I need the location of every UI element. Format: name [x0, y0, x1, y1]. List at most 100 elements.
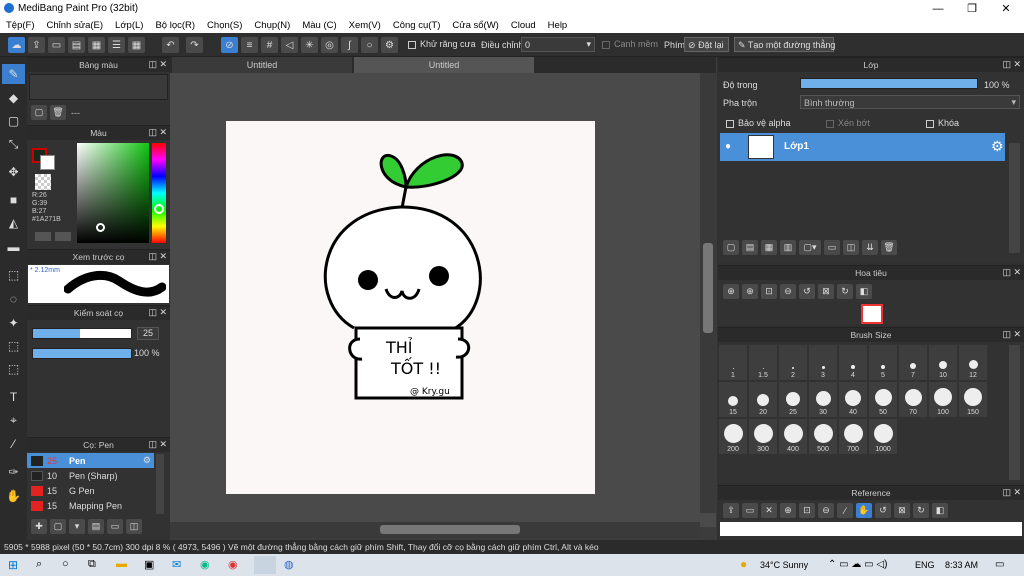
new-palette-icon[interactable]: ▢	[31, 105, 47, 120]
brush-size-cell[interactable]: 40	[839, 382, 867, 417]
picker-cursor[interactable]	[96, 223, 105, 232]
print-icon[interactable]: ▤	[68, 37, 85, 53]
brush-menu-icon[interactable]: ▾	[69, 519, 85, 534]
ref-folder-icon[interactable]: ▭	[742, 503, 758, 518]
gear-icon[interactable]: ⚙	[991, 138, 1004, 155]
ref-zoom-out-icon[interactable]: ⊖	[818, 503, 834, 518]
layer-scrollbar[interactable]	[1009, 143, 1020, 253]
tab-untitled-2[interactable]: Untitled	[354, 57, 534, 73]
lock-checkbox[interactable]	[926, 119, 934, 128]
store-icon[interactable]: ▣	[144, 558, 154, 571]
ref-reset-icon[interactable]: ⊠	[894, 503, 910, 518]
fill-rect-tool-icon[interactable]: ■	[2, 190, 25, 210]
lasso-tool-icon[interactable]: ◌	[2, 289, 25, 309]
brush-item-g-pen[interactable]: 15 G Pen	[27, 483, 154, 498]
straight-line-button[interactable]: ✎ Tạo một đường thẳng	[734, 37, 835, 52]
undo-icon[interactable]: ↶	[162, 37, 179, 53]
brush-size-cell[interactable]: 12	[959, 345, 987, 380]
medibang-taskbar-icon[interactable]	[254, 556, 276, 574]
canvas-paper[interactable]: THỈ TỐT !! @ Kry.gu	[226, 121, 595, 494]
panel-close-icon[interactable]: ◫ ✕	[148, 127, 167, 138]
delete-layer-icon[interactable]: 🗑	[881, 240, 897, 255]
messenger-icon[interactable]: ◍	[284, 558, 294, 571]
ref-hand-icon[interactable]: ✋	[856, 503, 872, 518]
rotate-right-icon[interactable]: ↻	[837, 284, 853, 299]
reference-area[interactable]	[720, 522, 1022, 536]
bucket-tool-icon[interactable]: ◭	[2, 213, 25, 233]
panel-close-icon[interactable]: ◫ ✕	[148, 251, 167, 262]
brush-size-cell[interactable]: 30	[809, 382, 837, 417]
layer-row-lop1[interactable]: ● Lớp1 ⚙	[720, 133, 1005, 161]
panel-close-icon[interactable]: ◫ ✕	[148, 59, 167, 70]
brush-size-cell[interactable]: 1	[719, 345, 747, 380]
page-icon[interactable]: ▦	[88, 37, 105, 53]
circle-snap-icon[interactable]: ◎	[321, 37, 338, 53]
brush-new-icon[interactable]: ▢	[50, 519, 66, 534]
share-icon[interactable]: ⇪	[28, 37, 45, 53]
brush-size-cell[interactable]: 50	[869, 382, 897, 417]
panel-close-icon[interactable]: ◫ ✕	[1002, 59, 1021, 70]
blend-mode-select[interactable]: Bình thường ▾	[800, 95, 1020, 109]
text-tool-icon[interactable]: T	[2, 387, 25, 407]
menu-color[interactable]: Màu (C)	[296, 20, 342, 31]
folder-icon[interactable]: ▭	[824, 240, 840, 255]
brush-size-cell[interactable]: 3	[809, 345, 837, 380]
brush-item-pen[interactable]: 25 Pen ⚙	[27, 453, 154, 468]
file-explorer-icon[interactable]: ▬	[116, 558, 127, 570]
minimize-button[interactable]: —	[921, 0, 955, 17]
navigator-preview[interactable]	[861, 304, 883, 324]
brush-add-icon[interactable]: ✚	[31, 519, 47, 534]
panel-close-icon[interactable]: ◫ ✕	[1002, 329, 1021, 340]
zoom-out-icon[interactable]: ⊖	[780, 284, 796, 299]
new-halftone-layer-icon[interactable]: ▤	[742, 240, 758, 255]
edge-icon[interactable]: ◉	[200, 558, 210, 571]
panel-close-icon[interactable]: ◫ ✕	[148, 307, 167, 318]
brush-size-cell[interactable]: 150	[959, 382, 987, 417]
new-1bit-layer-icon[interactable]: ▥	[780, 240, 796, 255]
curve-snap-icon[interactable]: ∫	[341, 37, 358, 53]
brush-size-cell[interactable]: 5	[869, 345, 897, 380]
brush-size-slider[interactable]	[32, 328, 132, 339]
brush-size-cell[interactable]: 2	[779, 345, 807, 380]
brush-size-value[interactable]: 25	[137, 327, 159, 340]
menu-file[interactable]: Tệp(F)	[0, 20, 41, 31]
cortana-icon[interactable]: ○	[62, 558, 69, 570]
layer-opacity-slider[interactable]	[800, 78, 978, 89]
transparent-swatch[interactable]	[35, 174, 51, 190]
pen-tool-icon[interactable]: ✑	[2, 462, 25, 482]
select-pen-tool-icon[interactable]: ⬚	[2, 336, 25, 356]
menu-tools[interactable]: Công cụ(T)	[387, 20, 447, 31]
ref-rotate-left-icon[interactable]: ↺	[875, 503, 891, 518]
clock[interactable]: 8:33 AM	[945, 560, 978, 570]
tab-untitled-1[interactable]: Untitled	[172, 57, 352, 73]
layer-menu-icon[interactable]: ▢▾	[799, 240, 821, 255]
brush-size-cell[interactable]: 4	[839, 345, 867, 380]
hue-cursor[interactable]	[154, 204, 164, 214]
brush-size-cell[interactable]: 15	[719, 382, 747, 417]
color-swap-icon[interactable]	[55, 232, 71, 241]
settings-icon[interactable]: ⚙	[381, 37, 398, 53]
brush-tool-icon[interactable]: ✎	[2, 64, 25, 84]
hand-tool-icon[interactable]: ✋	[2, 486, 25, 506]
ref-flip-icon[interactable]: ◧	[932, 503, 948, 518]
brush-item-mapping-pen[interactable]: 15 Mapping Pen	[27, 498, 154, 513]
merge-layer-icon[interactable]: ⇊	[862, 240, 878, 255]
line-tool-icon[interactable]: ⤡	[2, 134, 25, 154]
radial-snap-icon[interactable]: ✳	[301, 37, 318, 53]
saturation-picker[interactable]	[77, 143, 149, 243]
gradient-tool-icon[interactable]: ▬	[2, 237, 25, 257]
fit-window-icon[interactable]: ⊡	[761, 284, 777, 299]
brush-folder-icon[interactable]: ▭	[107, 519, 123, 534]
ref-rotate-right-icon[interactable]: ↻	[913, 503, 929, 518]
panel-close-icon[interactable]: ◫ ✕	[1002, 487, 1021, 498]
brush-size-cell[interactable]: 25	[779, 382, 807, 417]
eye-icon[interactable]: ●	[725, 141, 731, 152]
panel-close-icon[interactable]: ◫ ✕	[1002, 267, 1021, 278]
menu-cloud[interactable]: Cloud	[505, 20, 542, 31]
comment-icon[interactable]: ▭	[48, 37, 65, 53]
menu-help[interactable]: Help	[542, 20, 574, 31]
duplicate-layer-icon[interactable]: ◫	[843, 240, 859, 255]
ref-zoom-in-icon[interactable]: ⊕	[780, 503, 796, 518]
menu-snap[interactable]: Chụp(N)	[248, 20, 296, 31]
antialias-checkbox[interactable]	[408, 40, 416, 49]
